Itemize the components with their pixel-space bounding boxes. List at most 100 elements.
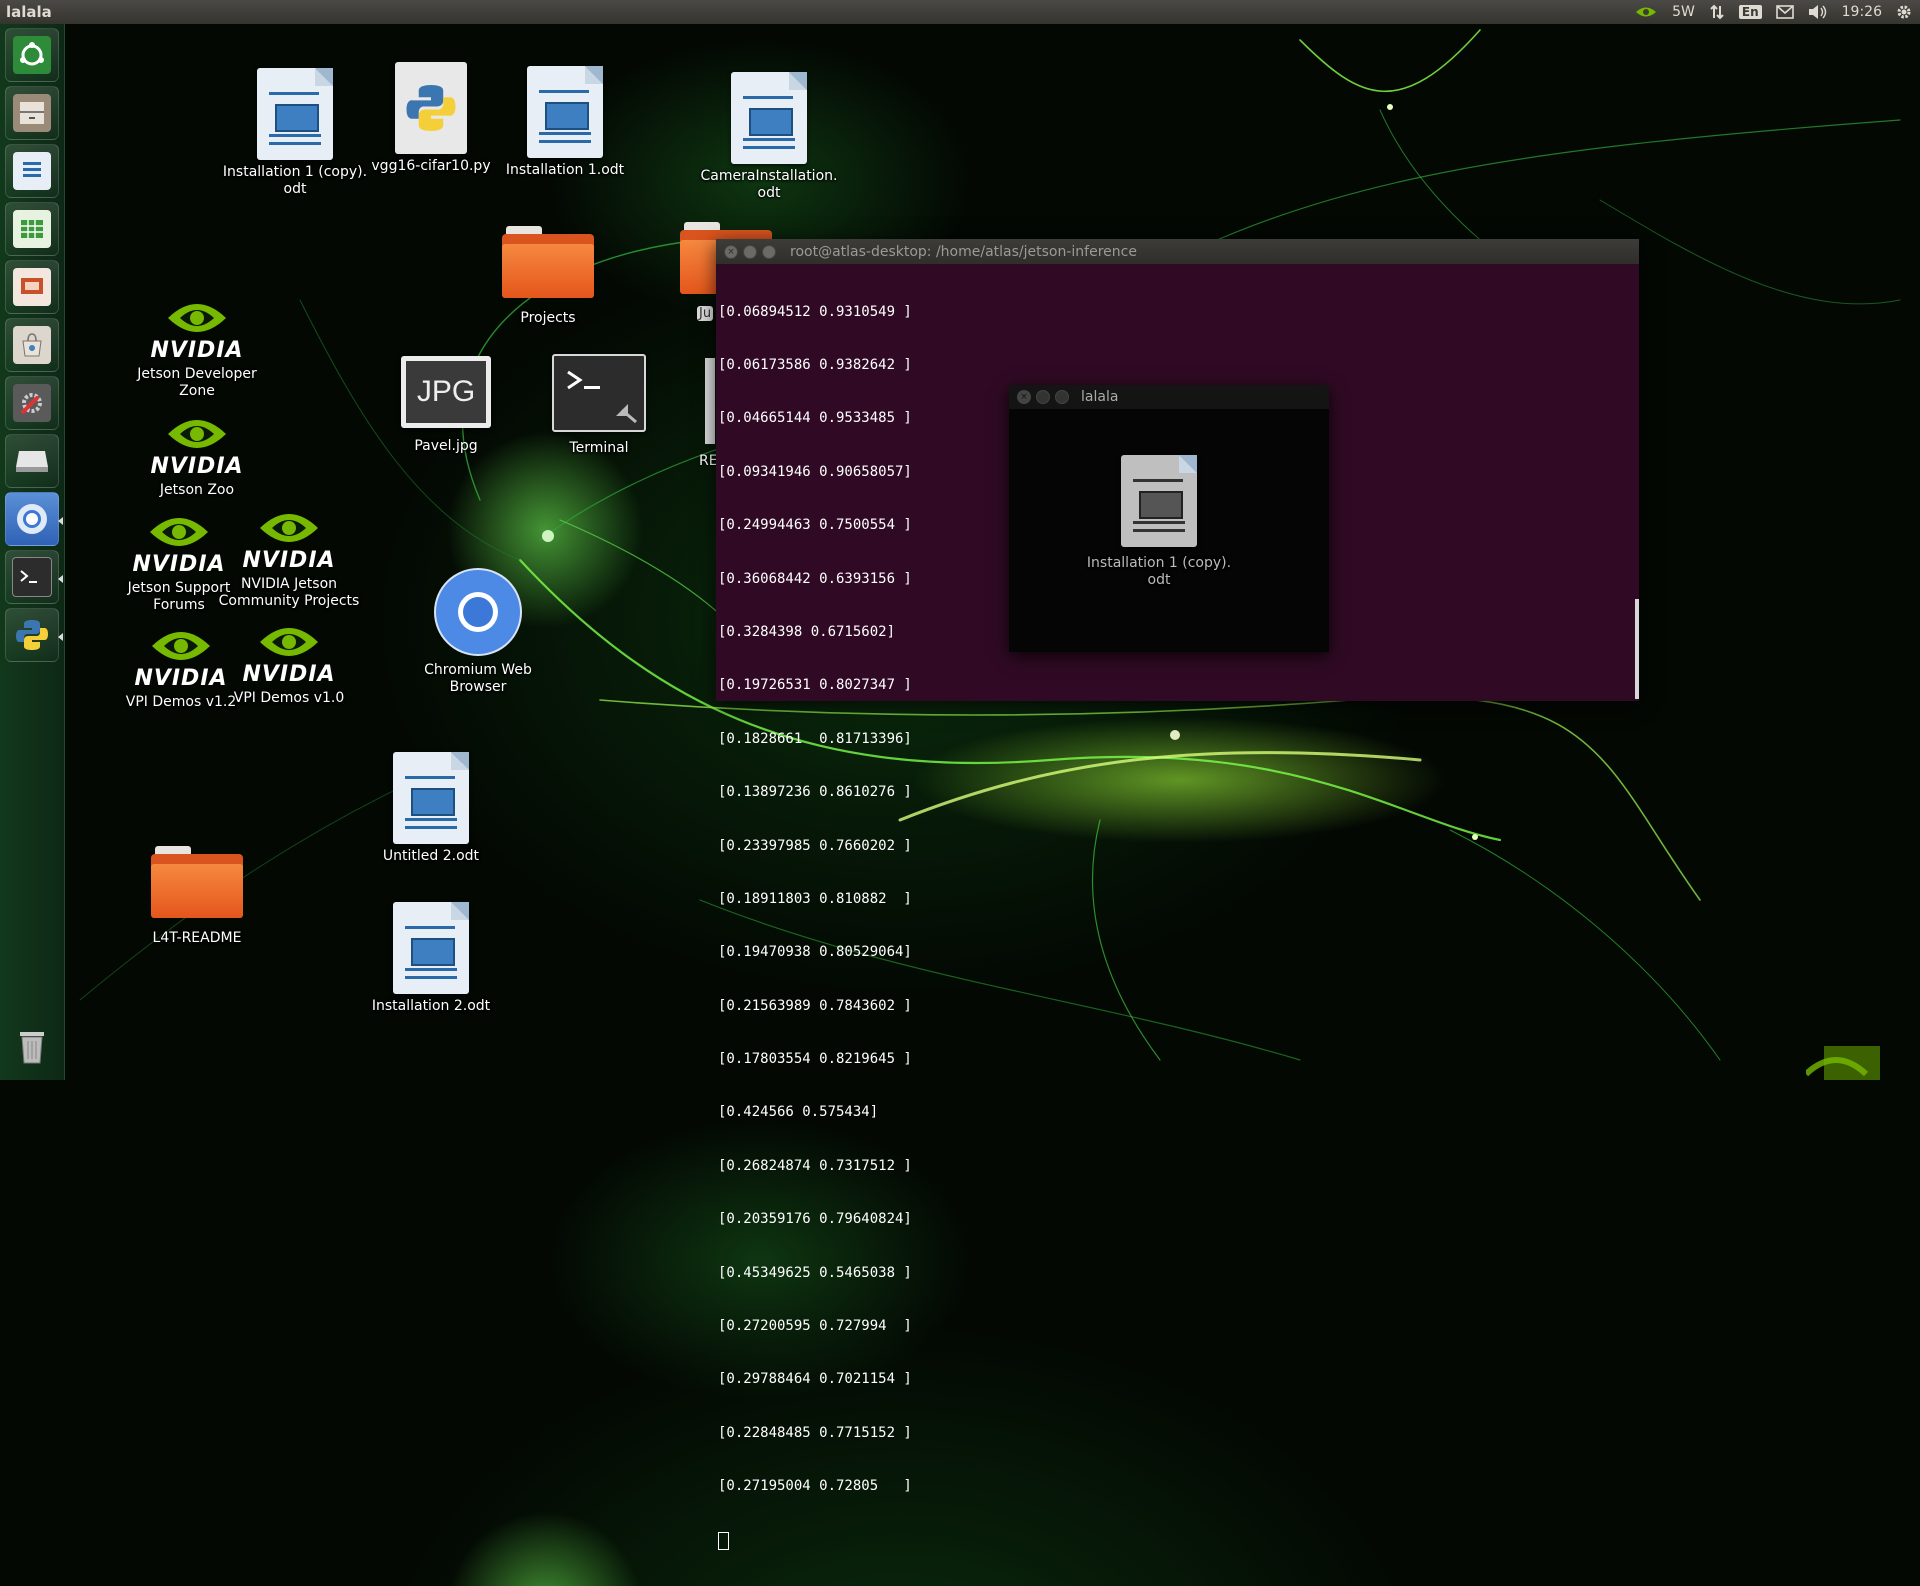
nvidia-power-icon[interactable] bbox=[1634, 5, 1658, 19]
desktop-icon-nvidia-community-projects[interactable]: NVIDIA NVIDIA Jetson Community Projects bbox=[214, 506, 364, 610]
desktop-icon-jetson-developer-zone[interactable]: NVIDIA Jetson Developer Zone bbox=[122, 296, 272, 400]
shopping-bag-icon bbox=[13, 326, 51, 364]
ubuntu-logo-icon bbox=[13, 36, 51, 74]
maximize-button[interactable] bbox=[1055, 390, 1069, 404]
launcher-system-settings[interactable] bbox=[5, 376, 59, 430]
drive-icon bbox=[13, 442, 51, 480]
desktop-icon-jetson-zoo[interactable]: NVIDIA Jetson Zoo bbox=[122, 412, 272, 499]
close-icon: × bbox=[727, 246, 735, 257]
terminal-line: [0.1828661 0.81713396] bbox=[718, 730, 912, 747]
nvidia-eye-icon bbox=[150, 518, 208, 546]
desktop-icon-vpi-demos-v10[interactable]: NVIDIA VPI Demos v1.0 bbox=[214, 620, 364, 707]
keyboard-layout-indicator[interactable]: En bbox=[1738, 5, 1762, 19]
minimize-button[interactable] bbox=[1036, 390, 1050, 404]
launcher-libreoffice-calc[interactable] bbox=[5, 202, 59, 256]
file-cabinet-icon bbox=[13, 94, 51, 132]
launcher-libreoffice-writer[interactable] bbox=[5, 144, 59, 198]
partial-label: Ju bbox=[697, 306, 714, 321]
launcher-libreoffice-impress[interactable] bbox=[5, 260, 59, 314]
nvidia-wordmark: NVIDIA bbox=[150, 338, 244, 363]
document-icon bbox=[257, 68, 333, 160]
desktop-icon-camera-installation[interactable]: CameraInstallation. odt bbox=[694, 72, 844, 202]
close-icon: × bbox=[1020, 392, 1028, 402]
power-mode-label[interactable]: 5W bbox=[1672, 4, 1695, 20]
desktop-icon-pavel-jpg[interactable]: JPG Pavel.jpg bbox=[371, 356, 521, 455]
spreadsheet-icon bbox=[13, 210, 51, 248]
desktop-icon-label: L4T-README bbox=[152, 930, 242, 946]
terminal-line: [0.18911803 0.810882 ] bbox=[718, 890, 912, 907]
chromium-icon bbox=[434, 568, 522, 656]
terminal-line: [0.23397985 0.7660202 ] bbox=[718, 837, 912, 854]
terminal-cursor bbox=[718, 1531, 729, 1550]
terminal-scrollbar[interactable] bbox=[1635, 599, 1639, 699]
running-indicator bbox=[58, 517, 63, 525]
nvidia-wordmark: NVIDIA bbox=[150, 454, 244, 479]
launcher-trash[interactable] bbox=[5, 1020, 59, 1074]
terminal-line: [0.19470938 0.80529064] bbox=[718, 944, 912, 961]
terminal-line: [0.22848485 0.7715152 ] bbox=[718, 1424, 912, 1441]
launcher-python[interactable] bbox=[5, 608, 59, 662]
nvidia-eye-icon bbox=[1806, 1046, 1880, 1080]
system-tray: 5W En 19:26 bbox=[1634, 4, 1920, 20]
desktop-icon-chromium[interactable]: Chromium Web Browser bbox=[403, 566, 553, 696]
partial-label-re: RE bbox=[699, 453, 718, 469]
terminal-line: [0.06173586 0.9382642 ] bbox=[718, 356, 912, 373]
nvidia-eye-icon bbox=[168, 420, 226, 448]
close-button[interactable]: × bbox=[1017, 390, 1031, 404]
terminal-line: [0.19726531 0.8027347 ] bbox=[718, 677, 912, 694]
jpg-badge: JPG bbox=[416, 375, 476, 408]
terminal-line: [0.45349625 0.5465038 ] bbox=[718, 1264, 912, 1281]
desktop-icon-label: Installation 1.odt bbox=[505, 162, 625, 178]
terminal-line: [0.20359176 0.79640824] bbox=[718, 1211, 912, 1228]
terminal-line: [0.13897236 0.8610276 ] bbox=[718, 784, 912, 801]
lalala-titlebar[interactable]: × lalala bbox=[1009, 385, 1329, 409]
terminal-titlebar[interactable]: × root@atlas-desktop: /home/atlas/jetson… bbox=[716, 239, 1639, 264]
desktop-icon-label: Chromium Web Browser bbox=[424, 662, 532, 695]
image-file-icon: JPG bbox=[401, 356, 491, 428]
running-indicator bbox=[58, 633, 63, 641]
launcher-dash-home[interactable] bbox=[5, 28, 59, 82]
desktop-icon-installation2[interactable]: Installation 2.odt bbox=[356, 902, 506, 1015]
desktop-icon-label: VPI Demos v1.0 bbox=[233, 690, 345, 706]
dragged-file-icon[interactable]: Installation 1 (copy). odt bbox=[1079, 455, 1239, 589]
desktop-icon-projects[interactable]: Projects bbox=[473, 226, 623, 327]
wrench-icon bbox=[13, 384, 51, 422]
writer-document-icon bbox=[13, 152, 51, 190]
desktop-icon-label: Terminal bbox=[569, 440, 629, 456]
launcher-chromium[interactable] bbox=[5, 492, 59, 546]
launcher-terminal[interactable] bbox=[5, 550, 59, 604]
close-button[interactable]: × bbox=[724, 244, 738, 259]
desktop-icon-terminal[interactable]: Terminal bbox=[524, 354, 674, 457]
volume-icon[interactable] bbox=[1808, 4, 1828, 20]
terminal-line: [0.17803554 0.8219645 ] bbox=[718, 1051, 912, 1068]
minimize-button[interactable] bbox=[743, 244, 757, 259]
nvidia-eye-icon bbox=[260, 514, 318, 542]
python-icon bbox=[13, 616, 51, 654]
trash-icon bbox=[13, 1028, 51, 1066]
desktop-icon-installation1[interactable]: Installation 1.odt bbox=[490, 66, 640, 179]
desktop-icon-untitled2[interactable]: Untitled 2.odt bbox=[356, 752, 506, 865]
gear-icon[interactable] bbox=[1896, 4, 1912, 20]
desktop-icon-l4t-readme[interactable]: L4T-README bbox=[122, 846, 272, 947]
chromium-icon bbox=[13, 500, 51, 538]
document-icon bbox=[1121, 455, 1197, 547]
launcher-drive[interactable] bbox=[5, 434, 59, 488]
terminal-line: [0.29788464 0.7021154 ] bbox=[718, 1371, 912, 1388]
clock[interactable]: 19:26 bbox=[1842, 4, 1882, 20]
desktop-icon-label: Untitled 2.odt bbox=[382, 848, 480, 864]
desktop-icon-installation-copy[interactable]: Installation 1 (copy). odt bbox=[220, 68, 370, 198]
maximize-button[interactable] bbox=[762, 244, 776, 259]
launcher-software-center[interactable] bbox=[5, 318, 59, 372]
presentation-icon bbox=[13, 268, 51, 306]
mail-icon[interactable] bbox=[1775, 5, 1794, 19]
terminal-line: [0.27200595 0.727994 ] bbox=[718, 1318, 912, 1335]
desktop-icon-label: Installation 1 (copy). odt bbox=[222, 164, 368, 197]
launcher bbox=[0, 24, 65, 1080]
launcher-file-manager[interactable] bbox=[5, 86, 59, 140]
terminal-line: [0.27195004 0.72805 ] bbox=[718, 1478, 912, 1495]
network-icon[interactable] bbox=[1709, 4, 1725, 20]
desktop-icon-label: NVIDIA Jetson Community Projects bbox=[218, 576, 360, 609]
desktop-icon-vgg16[interactable]: vgg16-cifar10.py bbox=[356, 62, 506, 175]
terminal-prompt-line[interactable] bbox=[718, 1531, 1639, 1551]
lalala-window[interactable]: × lalala Installation 1 (copy). odt bbox=[1009, 385, 1329, 652]
